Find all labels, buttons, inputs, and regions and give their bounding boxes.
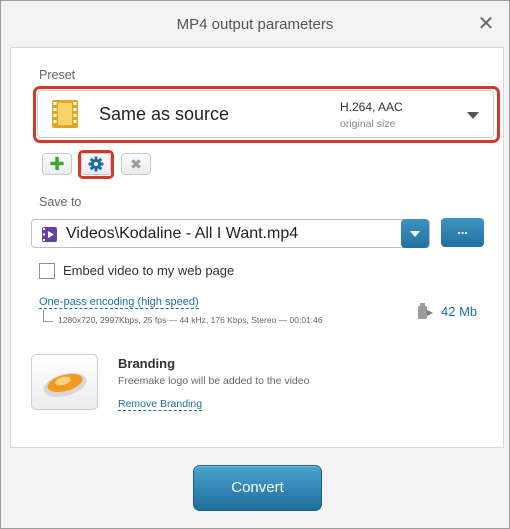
- branding-logo: [31, 354, 98, 410]
- encoding-details: 1280x720, 2997Kbps, 25 fps — 44 kHz, 176…: [58, 315, 323, 325]
- freemake-logo-icon: [43, 372, 87, 398]
- add-preset-button[interactable]: ✚: [42, 153, 72, 175]
- embed-checkbox[interactable]: [39, 263, 55, 279]
- delete-icon: ✖: [130, 156, 142, 172]
- close-icon[interactable]: ✕: [477, 14, 495, 34]
- save-path-field[interactable]: Videos\Kodaline - All I Want.mp4: [31, 219, 430, 248]
- settings-panel: Preset Same as source H.264, AAC origina…: [10, 47, 504, 448]
- dialog-title: MP4 output parameters: [176, 15, 334, 33]
- title-bar: MP4 output parameters ✕: [1, 1, 509, 47]
- browse-button[interactable]: ...: [441, 218, 484, 247]
- save-path-text: Videos\Kodaline - All I Want.mp4: [66, 225, 299, 242]
- remove-branding-link[interactable]: Remove Branding: [118, 398, 203, 411]
- delete-preset-button[interactable]: ✖: [121, 153, 151, 175]
- preset-name: Same as source: [99, 104, 230, 124]
- preset-select[interactable]: Same as source H.264, AAC original size: [37, 90, 494, 138]
- mp4-output-dialog: MP4 output parameters ✕ Preset Same as s…: [0, 0, 510, 529]
- branding-title: Branding: [118, 356, 176, 371]
- embed-checkbox-label[interactable]: Embed video to my web page: [63, 263, 234, 278]
- preset-codec: H.264, AAC: [340, 100, 403, 114]
- plus-icon: ✚: [49, 154, 65, 174]
- encoding-mode-link[interactable]: One-pass encoding (high speed): [39, 296, 199, 309]
- details-bracket: [43, 310, 53, 322]
- file-size-icon: [418, 303, 433, 319]
- file-size: 42 Mb: [441, 304, 478, 319]
- save-path-dropdown[interactable]: [401, 219, 429, 248]
- edit-preset-button[interactable]: [81, 153, 111, 175]
- preset-label: Preset: [39, 68, 76, 82]
- film-icon: [52, 100, 78, 128]
- preset-size: original size: [340, 118, 396, 130]
- convert-button[interactable]: Convert: [193, 465, 322, 511]
- gear-icon: [88, 156, 104, 172]
- chevron-down-icon: [467, 112, 479, 119]
- branding-description: Freemake logo will be added to the video: [118, 375, 310, 387]
- video-file-icon: [42, 227, 57, 242]
- save-to-label: Save to: [39, 195, 82, 209]
